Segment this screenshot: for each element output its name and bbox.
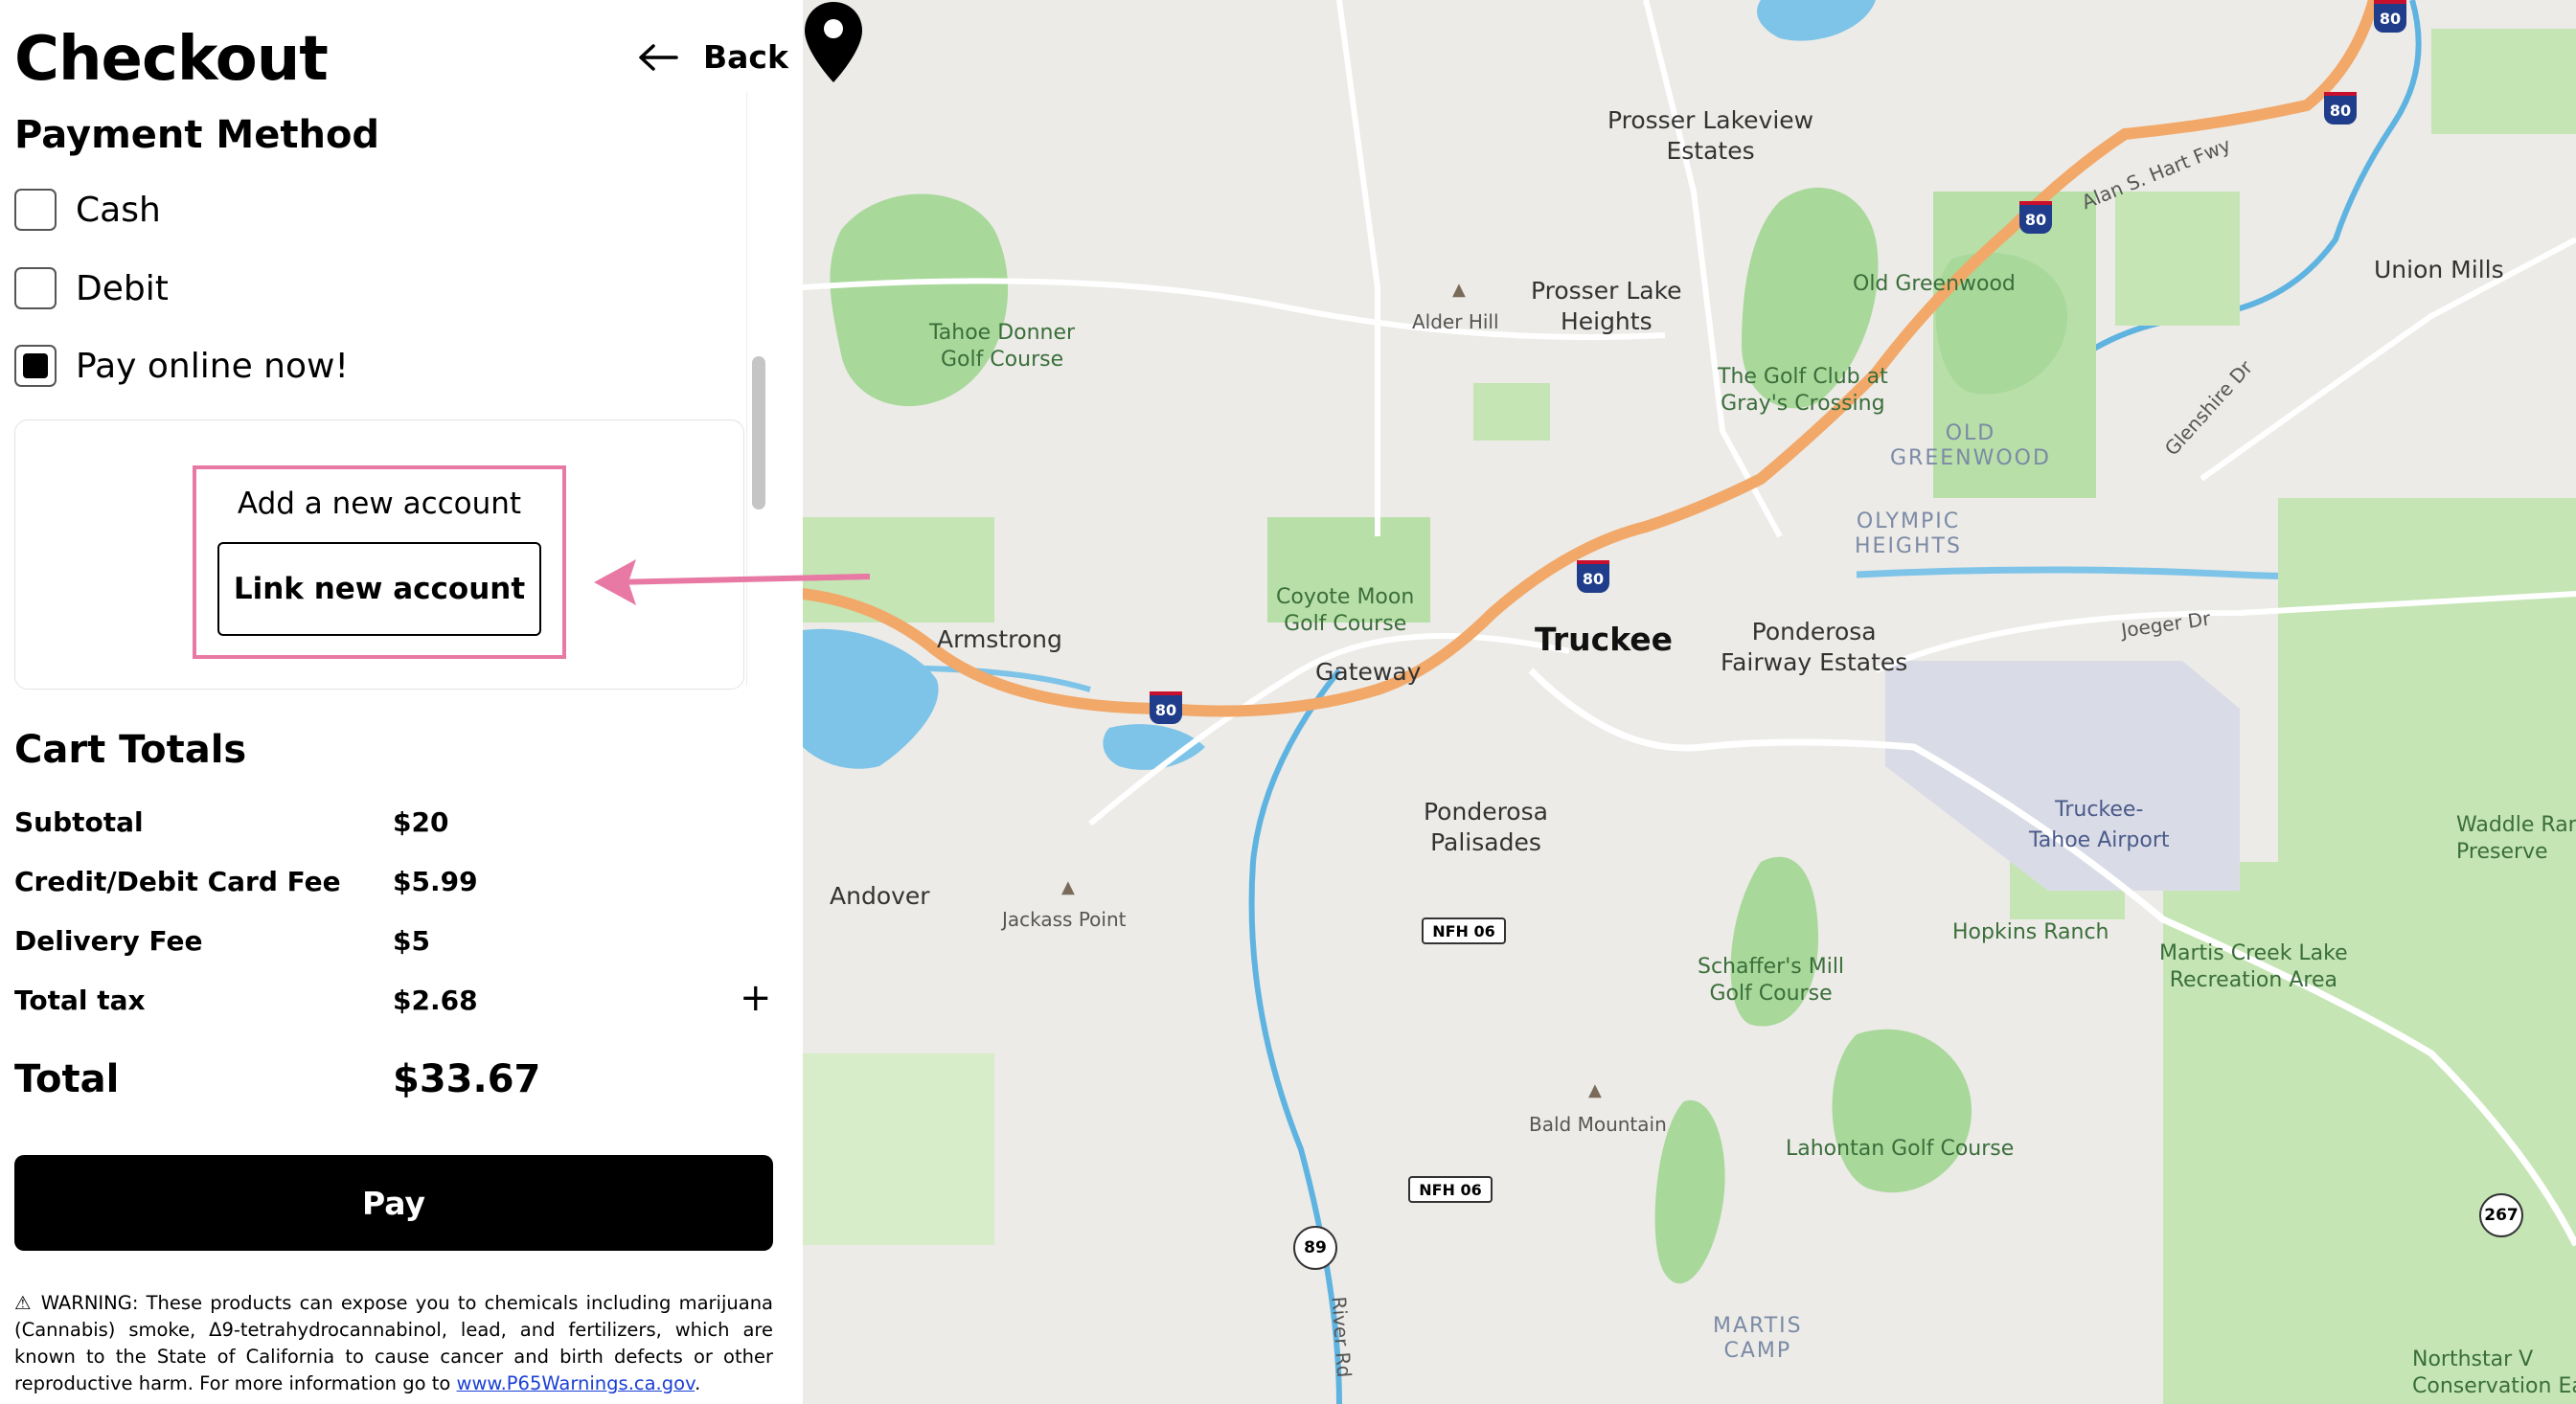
map-label-river-rd: River Rd bbox=[1327, 1295, 1356, 1379]
prop65-warning: ⚠ WARNING: These products can expose you… bbox=[14, 1290, 773, 1397]
nfh-06-sign: NFH 06 bbox=[1422, 917, 1506, 944]
warning-suffix: . bbox=[695, 1372, 701, 1394]
total-value: $33.67 bbox=[393, 1057, 541, 1101]
map-label-ponderosa-fairway: Ponderosa Fairway Estates bbox=[1721, 618, 1908, 676]
map-label-old-greenwood: Old Greenwood bbox=[1853, 272, 2016, 296]
map-label-andover: Andover bbox=[830, 882, 930, 910]
location-pin-icon[interactable] bbox=[803, 0, 864, 84]
total-tax-label: Total tax bbox=[14, 985, 146, 1016]
payment-method-heading: Payment Method bbox=[14, 113, 380, 157]
checkout-panel: Checkout Back Payment Method Cash Debit … bbox=[0, 0, 803, 1404]
route-267-sign: 267 bbox=[2479, 1193, 2523, 1237]
link-new-account-button[interactable]: Link new account bbox=[217, 542, 541, 636]
payment-option-pay-online[interactable]: Pay online now! bbox=[14, 345, 349, 387]
route-89-sign: 89 bbox=[1293, 1226, 1337, 1270]
interstate-80-shield: 80 bbox=[2324, 92, 2357, 125]
map-label-northstar: Northstar V Conservation Eas bbox=[2412, 1347, 2576, 1398]
map-graphics bbox=[803, 0, 2576, 1404]
map-label-schaffers-mill: Schaffer's Mill Golf Course bbox=[1698, 955, 1845, 1006]
back-button[interactable]: Back bbox=[638, 38, 788, 76]
arrow-left-icon bbox=[639, 43, 678, 71]
map-label-prosser-lakeview: Prosser Lakeview Estates bbox=[1607, 106, 1814, 165]
interstate-80-shield: 80 bbox=[1577, 560, 1609, 593]
payment-option-label: Pay online now! bbox=[76, 346, 349, 386]
map-label-alder-hill: Alder Hill bbox=[1412, 310, 1499, 333]
map-label-golf-club-grays: The Golf Club at Gray's Crossing bbox=[1718, 365, 1888, 416]
interstate-80-shield: 80 bbox=[2019, 201, 2052, 234]
interstate-80-shield: 80 bbox=[1150, 691, 1182, 724]
map-label-armstrong: Armstrong bbox=[937, 625, 1062, 653]
peak-icon: ▲ bbox=[1588, 1080, 1602, 1100]
peak-icon: ▲ bbox=[1452, 280, 1466, 300]
card-fee-label: Credit/Debit Card Fee bbox=[14, 866, 341, 897]
card-fee-value: $5.99 bbox=[393, 866, 478, 897]
map-label-coyote-moon: Coyote Moon Golf Course bbox=[1276, 585, 1415, 636]
nfh-06-sign: NFH 06 bbox=[1408, 1176, 1493, 1203]
checkbox[interactable] bbox=[14, 189, 57, 231]
page-title: Checkout bbox=[14, 24, 329, 95]
delivery-fee-label: Delivery Fee bbox=[14, 925, 203, 957]
cart-totals-heading: Cart Totals bbox=[14, 728, 247, 772]
payment-option-label: Cash bbox=[76, 190, 161, 230]
subtotal-label: Subtotal bbox=[14, 806, 144, 838]
map-label-union-mills: Union Mills bbox=[2374, 256, 2504, 283]
map-label-old-greenwood-area: OLD GREENWOOD bbox=[1890, 421, 2051, 470]
map-label-lahontan: Lahontan Golf Course bbox=[1786, 1137, 2015, 1161]
checkbox[interactable] bbox=[14, 267, 57, 309]
back-label: Back bbox=[703, 38, 788, 76]
checkbox-checked[interactable] bbox=[14, 345, 57, 387]
annotation-arrow bbox=[594, 559, 869, 605]
p65-warnings-link[interactable]: www.P65Warnings.ca.gov bbox=[457, 1372, 695, 1394]
map-label-gateway: Gateway bbox=[1315, 658, 1422, 686]
peak-icon: ▲ bbox=[1061, 877, 1075, 897]
expand-tax-plus-icon[interactable]: + bbox=[740, 979, 772, 1017]
interstate-80-shield: 80 bbox=[2374, 0, 2406, 33]
map-label-ponderosa-palisades: Ponderosa Palisades bbox=[1424, 798, 1548, 856]
payment-option-debit[interactable]: Debit bbox=[14, 267, 169, 309]
map-label-martis-camp: MARTIS CAMP bbox=[1713, 1314, 1803, 1363]
map-label-tahoe-donner: Tahoe Donner Golf Course bbox=[929, 321, 1076, 372]
scrollbar-thumb[interactable] bbox=[752, 356, 765, 510]
map-label-jackass-point: Jackass Point bbox=[1002, 908, 1127, 931]
total-tax-value: $2.68 bbox=[393, 985, 478, 1016]
map-label-waddle-ranch: Waddle Ranc Preserve bbox=[2456, 813, 2576, 864]
map-label-bald-mountain: Bald Mountain bbox=[1529, 1113, 1667, 1136]
add-account-label: Add a new account bbox=[237, 487, 522, 521]
subtotal-value: $20 bbox=[393, 806, 449, 838]
pay-button[interactable]: Pay bbox=[14, 1155, 773, 1251]
map-label-martis-creek: Martis Creek Lake Recreation Area bbox=[2159, 941, 2348, 992]
delivery-fee-value: $5 bbox=[393, 925, 430, 957]
map-label-truckee: Truckee bbox=[1535, 621, 1674, 658]
map-label-hopkins-ranch: Hopkins Ranch bbox=[1952, 920, 2109, 944]
payment-option-cash[interactable]: Cash bbox=[14, 189, 161, 231]
map-label-prosser-lake-heights: Prosser Lake Heights bbox=[1531, 277, 1682, 335]
map-view[interactable]: Prosser Lakeview Estates Prosser Lake He… bbox=[803, 0, 2576, 1404]
total-label: Total bbox=[14, 1057, 120, 1101]
map-label-olympic-heights: OLYMPIC HEIGHTS bbox=[1855, 510, 1962, 558]
payment-option-label: Debit bbox=[76, 268, 169, 308]
map-label-truckee-tahoe-airport: Truckee- Tahoe Airport bbox=[2029, 798, 2170, 852]
